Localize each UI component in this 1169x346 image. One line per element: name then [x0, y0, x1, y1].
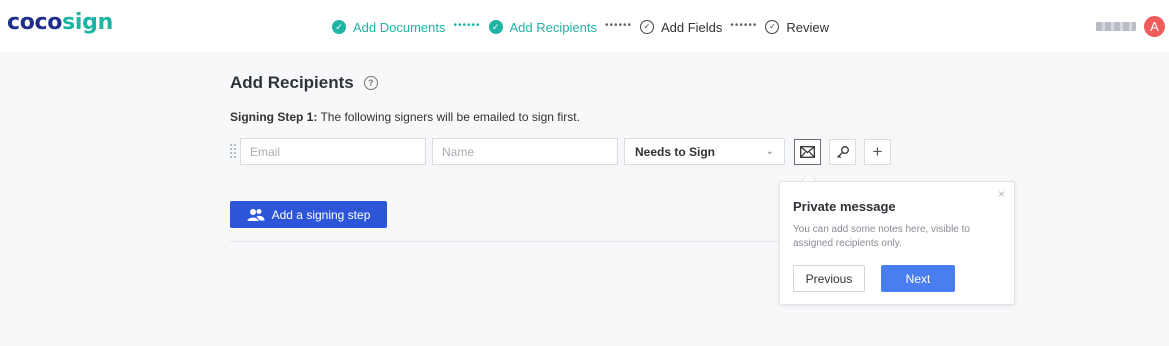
step-label: Add Fields [660, 19, 723, 35]
step-add-documents[interactable]: ✓ Add Documents [332, 20, 446, 35]
next-button[interactable]: Next [881, 265, 955, 292]
signing-step-text: The following signers will be emailed to… [317, 110, 580, 124]
step-connector: •••••• [604, 19, 632, 31]
popover-title: Private message [793, 199, 896, 214]
check-outline-icon: ✓ [765, 20, 780, 34]
check-circle-icon: ✓ [488, 20, 503, 34]
key-icon [836, 146, 849, 159]
signing-step-label: Signing Step 1: [230, 110, 318, 124]
popover-body: You can add some notes here, visible to … [793, 224, 970, 249]
envelope-icon [800, 145, 815, 158]
top-bar: cocosign ✓ Add Documents •••••• ✓ Add Re… [0, 0, 1169, 52]
chevron-down-icon: ⌄ [765, 146, 774, 157]
progress-steps: ✓ Add Documents •••••• ✓ Add Recipients … [332, 17, 829, 37]
add-signing-step-label: Add a signing step [271, 207, 371, 222]
role-select-value: Needs to Sign [635, 144, 716, 159]
check-outline-icon: ✓ [639, 20, 654, 34]
drag-handle-icon[interactable] [229, 143, 237, 159]
add-recipient-button[interactable]: + [864, 139, 891, 165]
help-icon[interactable]: ? [363, 76, 378, 90]
step-label: Review [786, 19, 830, 35]
page-title-text: Add Recipients [230, 73, 354, 92]
step-label: Add Documents [353, 19, 446, 35]
user-menu[interactable]: A [1096, 16, 1165, 37]
plus-icon: + [872, 142, 883, 161]
step-add-fields[interactable]: ✓ Add Fields [639, 19, 723, 35]
email-field[interactable]: Email [240, 138, 426, 165]
step-label: Add Recipients [509, 19, 597, 35]
access-code-button[interactable] [829, 139, 856, 165]
step-review[interactable]: ✓ Review [765, 20, 829, 35]
add-signing-step-button[interactable]: Add a signing step [230, 201, 387, 228]
cocosign-logo[interactable]: cocosign [7, 10, 113, 35]
previous-button[interactable]: Previous [793, 265, 865, 292]
step-add-recipients[interactable]: ✓ Add Recipients [488, 19, 597, 35]
check-circle-icon: ✓ [332, 20, 346, 34]
section-divider [230, 241, 778, 242]
signing-step-description: Signing Step 1: The following signers wi… [230, 110, 580, 124]
name-field[interactable]: Name [432, 138, 618, 165]
private-message-popover: × Private message You can add some notes… [779, 181, 1015, 305]
page-title: Add Recipients ? [230, 73, 378, 93]
role-select[interactable]: Needs to Sign ⌄ [624, 138, 785, 165]
user-name-blurred [1096, 22, 1136, 31]
logo-text-main: coco [7, 10, 63, 35]
private-message-button[interactable] [794, 139, 821, 165]
step-connector: •••••• [453, 19, 481, 31]
close-icon[interactable]: × [998, 187, 1005, 201]
step-connector: •••••• [730, 19, 758, 31]
logo-text-accent: sign [62, 10, 113, 35]
users-icon [247, 208, 265, 221]
avatar[interactable]: A [1144, 16, 1165, 37]
